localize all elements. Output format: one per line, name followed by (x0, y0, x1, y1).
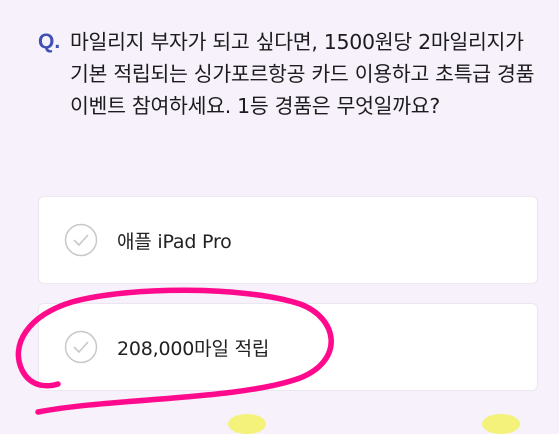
answer-option-ipad[interactable]: 애플 iPad Pro (38, 196, 538, 284)
question-prefix: Q. (38, 30, 61, 53)
check-circle-icon (64, 330, 98, 364)
quiz-question: Q. 마일리지 부자가 되고 싶다면, 1500원당 2마일리지가 기본 적립되… (38, 26, 538, 122)
answer-option-mileage[interactable]: 208,000마일 적립 (38, 303, 538, 391)
check-circle-icon (64, 223, 98, 257)
answer-option-label: 애플 iPad Pro (117, 230, 232, 253)
answer-option-label: 208,000마일 적립 (117, 337, 270, 360)
partial-yellow-marker (482, 414, 520, 434)
partial-yellow-marker (228, 414, 266, 434)
question-text: 마일리지 부자가 되고 싶다면, 1500원당 2마일리지가 기본 적립되는 싱… (70, 30, 535, 118)
